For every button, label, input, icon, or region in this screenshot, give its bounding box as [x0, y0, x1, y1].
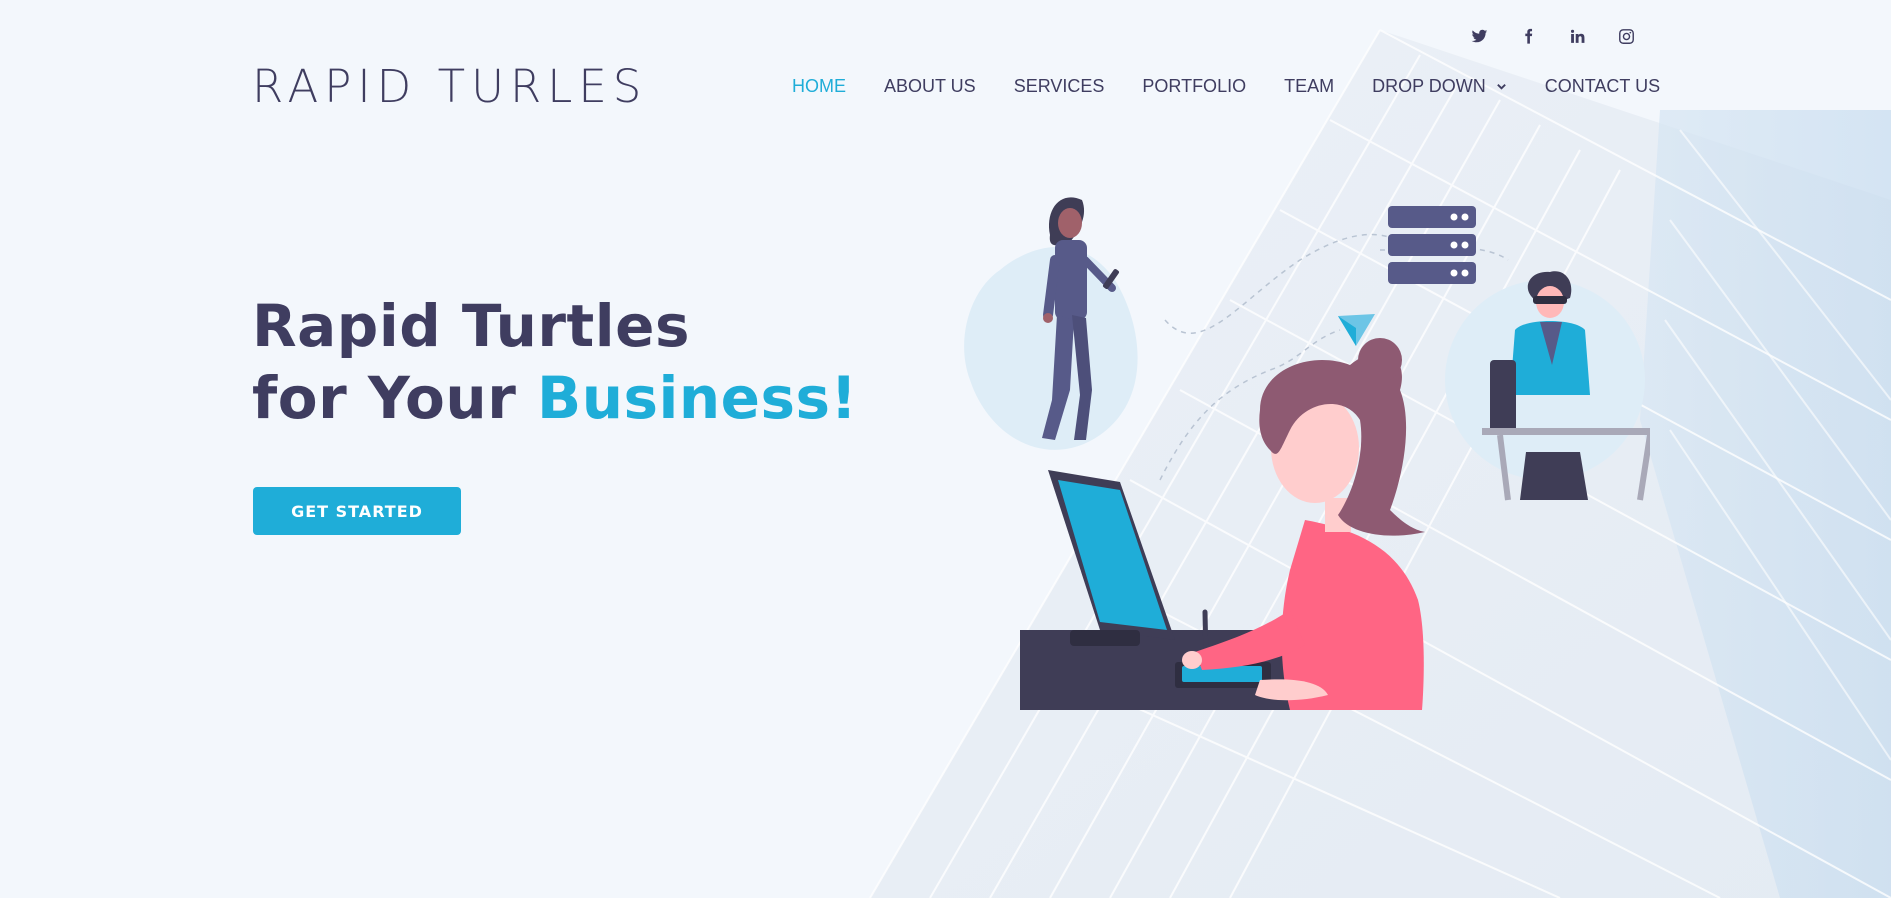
twitter-link[interactable]: [1455, 22, 1504, 50]
nav-item-contact-us[interactable]: CONTACT US: [1545, 76, 1660, 97]
nav-item-drop-down[interactable]: DROP DOWN: [1372, 76, 1507, 97]
twitter-icon: [1471, 29, 1488, 42]
instagram-icon: [1619, 28, 1634, 44]
instagram-link[interactable]: [1602, 22, 1651, 50]
hero-title-line1: Rapid Turtles: [252, 292, 690, 360]
linkedin-icon: [1570, 29, 1585, 43]
hero-title-accent: Business!: [536, 364, 858, 432]
facebook-link[interactable]: [1504, 22, 1553, 50]
social-bar: [1455, 22, 1651, 50]
hero-illustration: [964, 197, 1650, 710]
nav-item-team[interactable]: TEAM: [1284, 76, 1334, 97]
server-stack-icon: [1388, 206, 1476, 284]
brand-logo[interactable]: RAPID TURLES: [252, 60, 647, 113]
main-nav: HOME ABOUT US SERVICES PORTFOLIO TEAM DR…: [792, 76, 1660, 97]
nav-item-about-us[interactable]: ABOUT US: [884, 76, 976, 97]
linkedin-link[interactable]: [1553, 22, 1602, 50]
hero-title: Rapid Turtles for Your Business!: [252, 290, 858, 434]
get-started-button[interactable]: GET STARTED: [253, 487, 461, 535]
nav-item-portfolio[interactable]: PORTFOLIO: [1142, 76, 1246, 97]
nav-item-drop-down-label: DROP DOWN: [1372, 76, 1486, 96]
nav-item-services[interactable]: SERVICES: [1014, 76, 1105, 97]
nav-item-home[interactable]: HOME: [792, 76, 846, 97]
hero-title-line2-prefix: for Your: [252, 364, 537, 432]
chevron-down-icon: [1496, 84, 1506, 90]
facebook-icon: [1525, 28, 1533, 44]
